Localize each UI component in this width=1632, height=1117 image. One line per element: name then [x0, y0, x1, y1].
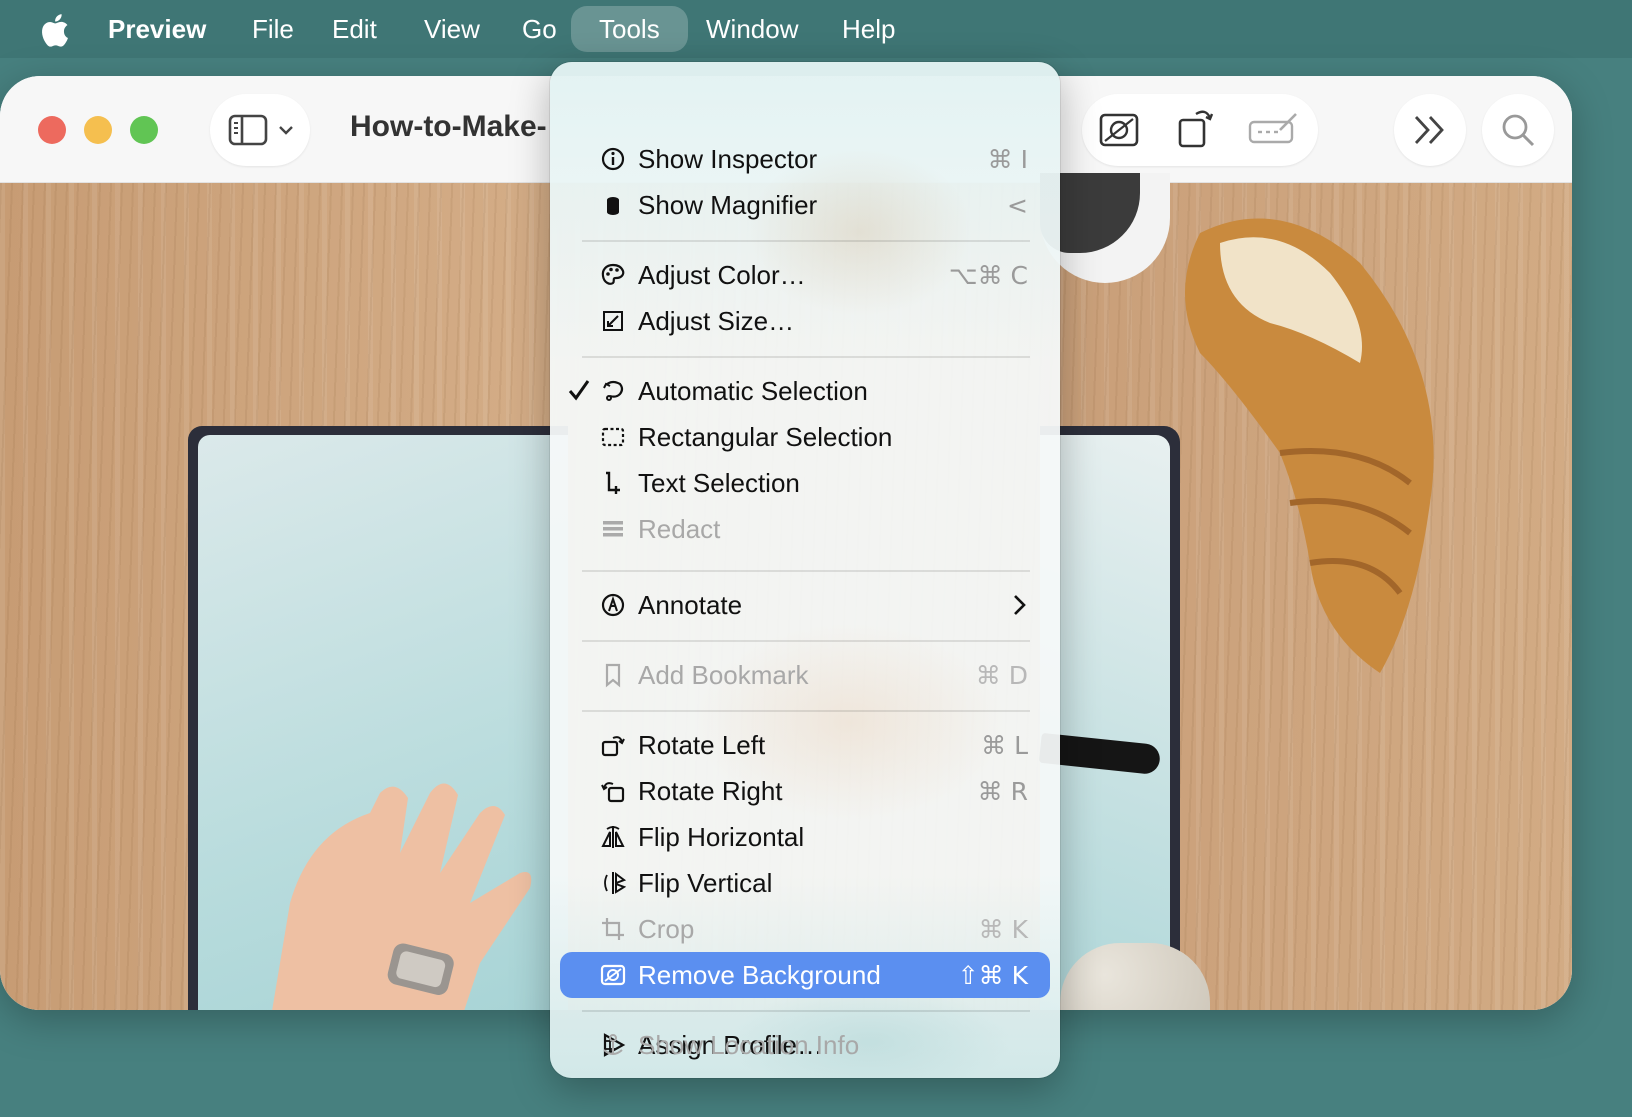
menu-item-shortcut: ⇧⌘ K [957, 961, 1028, 990]
chevron-down-icon [279, 126, 293, 135]
menu-item-rectangular-selection[interactable]: Rectangular Selection [560, 414, 1050, 460]
menu-item-adjust-size[interactable]: Adjust Size… [560, 298, 1050, 344]
document-title: How-to-Make- [350, 110, 547, 143]
sidebar-icon [228, 114, 268, 146]
tools-menu: Show Inspector ⌘ I Show Magnifier < Adju… [550, 62, 1060, 1078]
menu-item-crop: Crop ⌘ K [560, 906, 1050, 952]
flip-horizontal-icon [601, 826, 625, 848]
menu-item-label: Adjust Color… [638, 260, 806, 290]
menu-item-label: Show Inspector [638, 144, 818, 174]
menu-view[interactable]: View [402, 6, 502, 52]
menu-separator [582, 240, 1030, 242]
rotate-left-icon [601, 736, 625, 757]
menu-file[interactable]: File [230, 6, 316, 52]
rectangle-selection-icon [601, 427, 625, 447]
menu-app-name[interactable]: Preview [86, 6, 228, 52]
menu-separator [582, 640, 1030, 642]
menu-item-shortcut: ⌘ L [981, 731, 1028, 760]
rotate-toolbar-icon[interactable] [1176, 104, 1216, 150]
zoom-window-button[interactable] [130, 116, 158, 144]
menu-item-text-selection[interactable]: Text Selection [560, 460, 1050, 506]
menu-item-label: Annotate [638, 590, 743, 620]
menu-window[interactable]: Window [684, 6, 820, 52]
menu-item-shortcut: < [1007, 191, 1028, 220]
remove-background-toolbar-icon[interactable] [1098, 110, 1140, 150]
menu-item-label: Automatic Selection [638, 376, 868, 406]
markup-toolbar-icon[interactable] [1248, 108, 1300, 148]
menu-item-add-bookmark: Add Bookmark ⌘ D [560, 652, 1050, 698]
menu-help[interactable]: Help [820, 6, 917, 52]
menu-item-label: Crop [638, 914, 695, 944]
more-tools-button[interactable] [1394, 94, 1466, 166]
menu-item-flip-horizontal[interactable]: Flip Horizontal [560, 814, 1050, 860]
rotate-right-icon [601, 782, 625, 803]
apple-logo-icon[interactable] [38, 12, 70, 48]
menu-item-label: Flip Horizontal [638, 822, 805, 852]
menu-item-redact: Redact [560, 506, 1050, 552]
menu-edit[interactable]: Edit [310, 6, 399, 52]
menu-item-adjust-color[interactable]: Adjust Color… ⌥⌘ C [560, 252, 1050, 298]
menu-item-label: Show Magnifier [638, 190, 818, 220]
toolbar-tools-group [1082, 94, 1318, 166]
minimize-window-button[interactable] [84, 116, 112, 144]
menu-item-show-location-info [560, 1068, 1050, 1078]
menu-item-label: Rectangular Selection [638, 422, 893, 452]
search-icon [1502, 114, 1535, 147]
search-button[interactable] [1482, 94, 1554, 166]
palette-icon [601, 263, 625, 285]
menu-separator [582, 710, 1030, 712]
resize-icon [603, 311, 623, 331]
menu-separator [582, 570, 1030, 572]
menu-item-automatic-selection[interactable]: Automatic Selection [560, 368, 1050, 414]
menu-item-shortcut: ⌘ K [978, 915, 1028, 944]
menu-item-label: Redact [638, 514, 721, 544]
menu-item-label: Rotate Left [638, 730, 766, 760]
location-icon [603, 1034, 623, 1055]
menu-item-remove-background[interactable]: Remove Background ⇧⌘ K [560, 952, 1050, 998]
sidebar-toggle-button[interactable] [210, 94, 310, 166]
flip-vertical-icon [604, 872, 626, 894]
menu-item-label: Remove Background [638, 960, 881, 990]
close-window-button[interactable] [38, 116, 66, 144]
bookmark-icon [605, 663, 621, 688]
menu-item-label: Show Location Info [638, 1030, 860, 1060]
magnifier-icon [607, 197, 619, 215]
menu-item-shortcut: ⌘ D [975, 661, 1028, 690]
menu-item-label: Flip Vertical [638, 868, 773, 898]
menu-separator [582, 356, 1030, 358]
menu-item-shortcut: ⌥⌘ C [948, 261, 1028, 290]
redact-icon [603, 521, 623, 537]
double-chevron-right-icon [1414, 116, 1444, 144]
menu-item-rotate-left[interactable]: Rotate Left ⌘ L [560, 722, 1050, 768]
menu-item-show-magnifier[interactable]: Show Magnifier < [560, 182, 1050, 228]
menu-item-label: Add Bookmark [638, 660, 809, 690]
menu-bar: Preview File Edit View Go Tools Window H… [0, 0, 1632, 58]
menu-item-shortcut: ⌘ I [987, 145, 1028, 174]
annotate-icon [601, 593, 625, 617]
menu-item-shortcut: ⌘ R [977, 777, 1028, 806]
menu-item-flip-vertical[interactable]: Flip Vertical [560, 860, 1050, 906]
menu-item-label: Text Selection [638, 468, 800, 498]
menu-item-label: Adjust Size… [638, 306, 795, 336]
checkmark-icon [568, 380, 590, 401]
hand-image [272, 783, 532, 1010]
menu-item-rotate-right[interactable]: Rotate Right ⌘ R [560, 768, 1050, 814]
menu-separator [582, 1010, 1030, 1012]
crop-icon [602, 918, 624, 940]
text-cursor-icon [606, 471, 620, 494]
lasso-icon [603, 380, 624, 401]
menu-tools[interactable]: Tools [571, 6, 688, 52]
croissant-image [1185, 218, 1434, 674]
info-icon [601, 147, 625, 171]
menu-item-annotate[interactable]: Annotate [560, 582, 1050, 628]
menu-item-show-inspector[interactable]: Show Inspector ⌘ I [560, 136, 1050, 182]
menu-item-label: Rotate Right [638, 776, 783, 806]
menu-item-show-location-info-row: Show Location Info [560, 1022, 1050, 1068]
remove-background-icon [600, 964, 626, 986]
menu-go[interactable]: Go [500, 6, 579, 52]
submenu-chevron-right-icon [1014, 595, 1026, 615]
